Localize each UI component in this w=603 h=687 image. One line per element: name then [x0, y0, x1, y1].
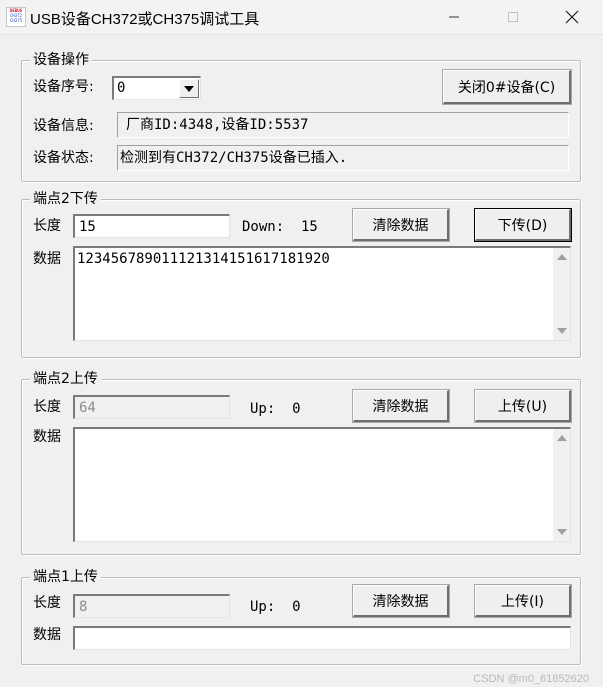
ep2-down-count: Down: 15 [242, 219, 318, 235]
ep2-up-data-label: 数据 [33, 429, 61, 445]
title-bar: DEBUG CH372 CH375 USB设备CH372或CH375调试工具 [0, 0, 603, 35]
ep2-down-scrollbar[interactable] [553, 248, 570, 340]
ep2-down-length-input[interactable]: 15 [73, 214, 230, 238]
app-icon: DEBUG CH372 CH375 [6, 7, 26, 27]
device-index-label: 设备序号: [33, 79, 94, 95]
chevron-down-icon [184, 86, 194, 92]
ep2-down-send-button[interactable]: 下传(D) [475, 209, 571, 241]
device-status-value: 检测到有CH372/CH375设备已插入. [117, 145, 569, 171]
ep2-up-receive-button[interactable]: 上传(U) [475, 390, 571, 422]
ep2-down-length-label: 长度 [33, 218, 61, 234]
dropdown-button[interactable] [179, 79, 199, 98]
scroll-up-icon[interactable] [557, 254, 567, 260]
ep1-up-length-input: 8 [73, 594, 230, 618]
close-window-button[interactable] [543, 0, 601, 34]
ep2-down-data-input[interactable]: 123456789011121314151617181920 [73, 246, 571, 341]
minimize-icon [449, 16, 459, 18]
scroll-up-icon[interactable] [557, 435, 567, 441]
ep2-down-data-text: 123456789011121314151617181920 [77, 251, 330, 267]
ep1-up-length-label: 长度 [33, 595, 61, 611]
ep1-up-data-output[interactable] [73, 626, 571, 650]
ep2-down-label: 端点2下传 [30, 190, 101, 208]
ep2-up-label: 端点2上传 [30, 370, 101, 388]
ep2-up-scrollbar[interactable] [553, 429, 570, 541]
scroll-down-icon[interactable] [557, 529, 567, 535]
maximize-button[interactable] [484, 0, 542, 34]
ep2-up-count: Up: 0 [250, 401, 301, 417]
device-index-value: 0 [117, 80, 126, 96]
ep1-up-label: 端点1上传 [30, 568, 101, 586]
ep2-up-data-output[interactable] [73, 427, 571, 542]
close-device-button[interactable]: 关闭0#设备(C) [443, 70, 571, 104]
ep2-down-data-label: 数据 [33, 251, 61, 267]
watermark: CSDN @m0_61852620 [473, 673, 589, 685]
close-icon [565, 10, 579, 24]
ep1-up-receive-button[interactable]: 上传(I) [475, 585, 571, 617]
ep1-up-data-label: 数据 [33, 627, 61, 643]
device-info-value: 厂商ID:4348,设备ID:5537 [117, 112, 569, 138]
ep2-up-clear-button[interactable]: 清除数据 [353, 390, 449, 422]
ep2-up-length-input: 64 [73, 395, 230, 419]
window-title: USB设备CH372或CH375调试工具 [30, 11, 260, 28]
device-status-label: 设备状态: [33, 150, 94, 166]
ep1-up-clear-button[interactable]: 清除数据 [353, 585, 449, 617]
scroll-down-icon[interactable] [557, 328, 567, 334]
minimize-button[interactable] [425, 0, 483, 34]
ep2-down-clear-button[interactable]: 清除数据 [353, 209, 449, 241]
device-operation-label: 设备操作 [30, 51, 92, 69]
ep2-up-length-label: 长度 [33, 399, 61, 415]
ep1-up-count: Up: 0 [250, 599, 301, 615]
device-info-label: 设备信息: [33, 118, 94, 134]
device-index-select[interactable]: 0 [112, 76, 201, 100]
maximize-icon [508, 12, 518, 22]
